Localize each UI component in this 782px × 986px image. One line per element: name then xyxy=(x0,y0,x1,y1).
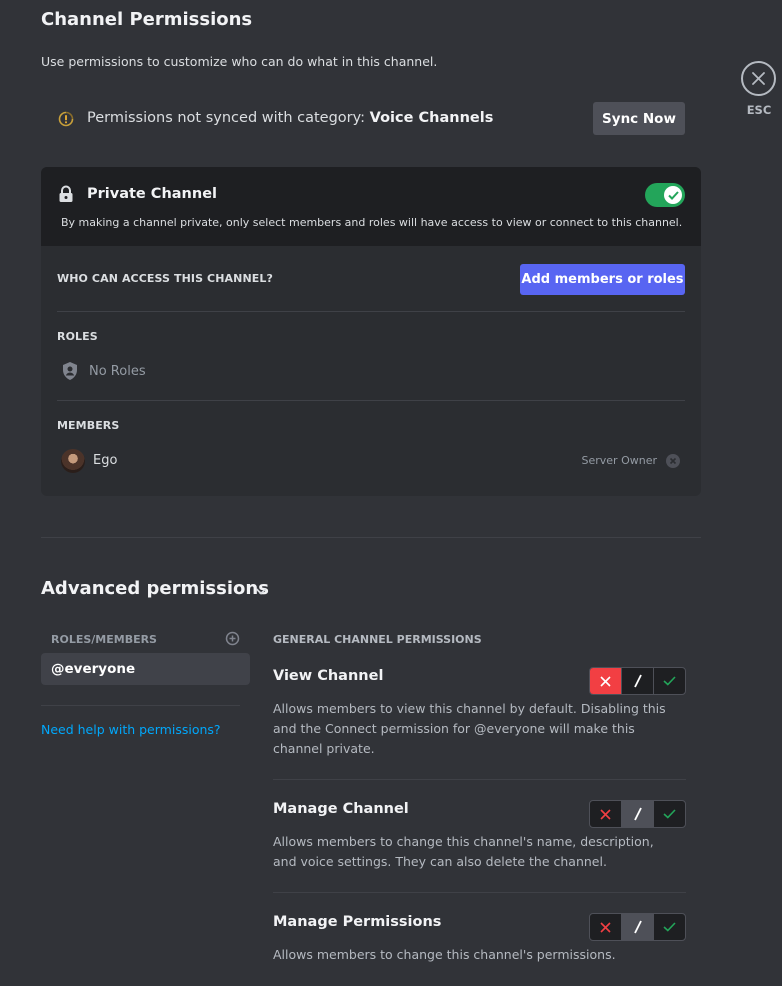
avatar xyxy=(61,449,85,473)
private-channel-title: Private Channel xyxy=(87,186,217,202)
deny-button[interactable] xyxy=(590,801,621,827)
private-channel-card: Private Channel By making a channel priv… xyxy=(41,167,701,496)
lock-icon xyxy=(58,185,74,207)
member-name: Ego xyxy=(93,453,118,468)
x-icon xyxy=(600,921,611,933)
permission-tristate xyxy=(589,913,686,941)
x-icon xyxy=(600,675,611,687)
page-title: Channel Permissions xyxy=(41,9,253,30)
private-channel-description: By making a channel private, only select… xyxy=(61,216,683,229)
deny-button[interactable] xyxy=(590,668,621,694)
permission-description: Allows members to change this channel's … xyxy=(273,947,616,962)
add-role-icon[interactable] xyxy=(225,631,240,650)
permission-tristate xyxy=(589,667,686,695)
roles-members-label: ROLES/MEMBERS xyxy=(51,633,157,646)
check-icon xyxy=(667,190,679,200)
sync-banner: Permissions not synced with category: Vo… xyxy=(41,102,685,135)
toggle-knob xyxy=(664,186,682,204)
channel-permissions-page: Channel Permissions Use permissions to c… xyxy=(0,0,782,986)
allow-button[interactable] xyxy=(654,668,685,694)
no-roles-text: No Roles xyxy=(89,364,146,379)
roles-heading: ROLES xyxy=(57,330,98,343)
sync-warning-icon xyxy=(58,111,74,127)
permission-description: Allows members to change this channel's … xyxy=(273,834,654,869)
private-channel-toggle[interactable] xyxy=(645,183,685,207)
sync-category-name: Voice Channels xyxy=(369,110,494,126)
permission-tristate xyxy=(589,800,686,828)
permission-title: Manage Channel xyxy=(273,801,409,817)
check-icon xyxy=(663,809,676,819)
esc-label: ESC xyxy=(746,103,772,117)
private-channel-header: Private Channel By making a channel priv… xyxy=(41,167,701,246)
divider xyxy=(41,705,240,706)
sync-text-prefix: Permissions not synced with category: xyxy=(87,110,370,126)
role-item-everyone[interactable]: @everyone xyxy=(41,653,250,685)
x-icon xyxy=(600,808,611,820)
permission-description: Allows members to view this channel by d… xyxy=(273,701,666,756)
general-permissions-heading: GENERAL CHANNEL PERMISSIONS xyxy=(273,633,482,646)
remove-member-icon[interactable] xyxy=(666,453,680,472)
sync-now-button[interactable]: Sync Now xyxy=(593,102,685,135)
access-heading: WHO CAN ACCESS THIS CHANNEL? xyxy=(57,272,273,285)
permissions-help-link[interactable]: Need help with permissions? xyxy=(41,722,221,737)
divider xyxy=(57,400,685,401)
neutral-button[interactable] xyxy=(621,914,654,940)
allow-button[interactable] xyxy=(654,914,685,940)
server-owner-label: Server Owner xyxy=(581,454,658,467)
divider xyxy=(273,892,686,893)
close-button[interactable] xyxy=(741,61,777,96)
slash-icon xyxy=(633,807,642,821)
neutral-button[interactable] xyxy=(621,801,654,827)
neutral-button[interactable] xyxy=(621,668,654,694)
add-members-or-roles-button[interactable]: Add members or roles xyxy=(520,264,685,295)
member-row: Ego Server Owner xyxy=(61,448,685,474)
role-item-label: @everyone xyxy=(51,661,136,677)
close-icon[interactable] xyxy=(741,61,776,96)
allow-button[interactable] xyxy=(654,801,685,827)
permission-title: View Channel xyxy=(273,668,384,684)
permission-title: Manage Permissions xyxy=(273,914,442,930)
deny-button[interactable] xyxy=(590,914,621,940)
slash-icon xyxy=(633,674,642,688)
divider xyxy=(57,311,685,312)
divider xyxy=(273,779,686,780)
check-icon xyxy=(663,922,676,932)
section-divider xyxy=(41,537,701,538)
check-icon xyxy=(663,676,676,686)
sync-status-text: Permissions not synced with category: Vo… xyxy=(87,110,493,126)
slash-icon xyxy=(633,920,642,934)
shield-icon xyxy=(61,361,79,385)
chevron-down-icon[interactable] xyxy=(253,583,269,603)
advanced-permissions-title: Advanced permissions xyxy=(41,578,269,599)
members-heading: MEMBERS xyxy=(57,419,120,432)
page-description: Use permissions to customize who can do … xyxy=(41,54,438,69)
